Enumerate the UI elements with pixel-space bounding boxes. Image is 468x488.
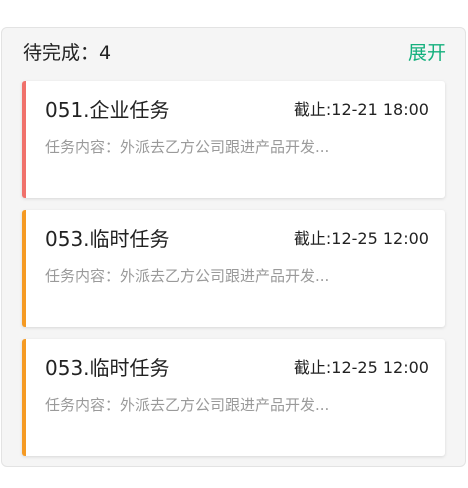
- task-title: 053.临时任务: [45, 356, 170, 380]
- task-deadline: 截止:12-21 18:00: [293, 100, 429, 119]
- task-title: 053.临时任务: [45, 227, 170, 251]
- task-deadline: 截止:12-25 12:00: [293, 358, 429, 377]
- task-description: 任务内容：外派去乙方公司跟进产品开发...: [45, 138, 330, 156]
- task-card[interactable]: 053.临时任务 截止:12-25 12:00 任务内容：外派去乙方公司跟进产品…: [22, 210, 445, 327]
- task-description: 任务内容：外派去乙方公司跟进产品开发...: [45, 267, 330, 285]
- task-title: 051.企业任务: [45, 98, 170, 122]
- panel-title: 待完成：4: [23, 42, 112, 64]
- pending-tasks-panel: 待完成：4 展开 051.企业任务 截止:12-21 18:00 任务内容：外派…: [1, 27, 466, 467]
- task-deadline: 截止:12-25 12:00: [293, 229, 429, 248]
- task-description: 任务内容：外派去乙方公司跟进产品开发...: [45, 396, 330, 414]
- task-card[interactable]: 053.临时任务 截止:12-25 12:00 任务内容：外派去乙方公司跟进产品…: [22, 339, 445, 456]
- expand-button[interactable]: 展开: [408, 40, 446, 66]
- panel-header: 待完成：4 展开: [2, 28, 465, 78]
- task-card[interactable]: 051.企业任务 截止:12-21 18:00 任务内容：外派去乙方公司跟进产品…: [22, 81, 445, 198]
